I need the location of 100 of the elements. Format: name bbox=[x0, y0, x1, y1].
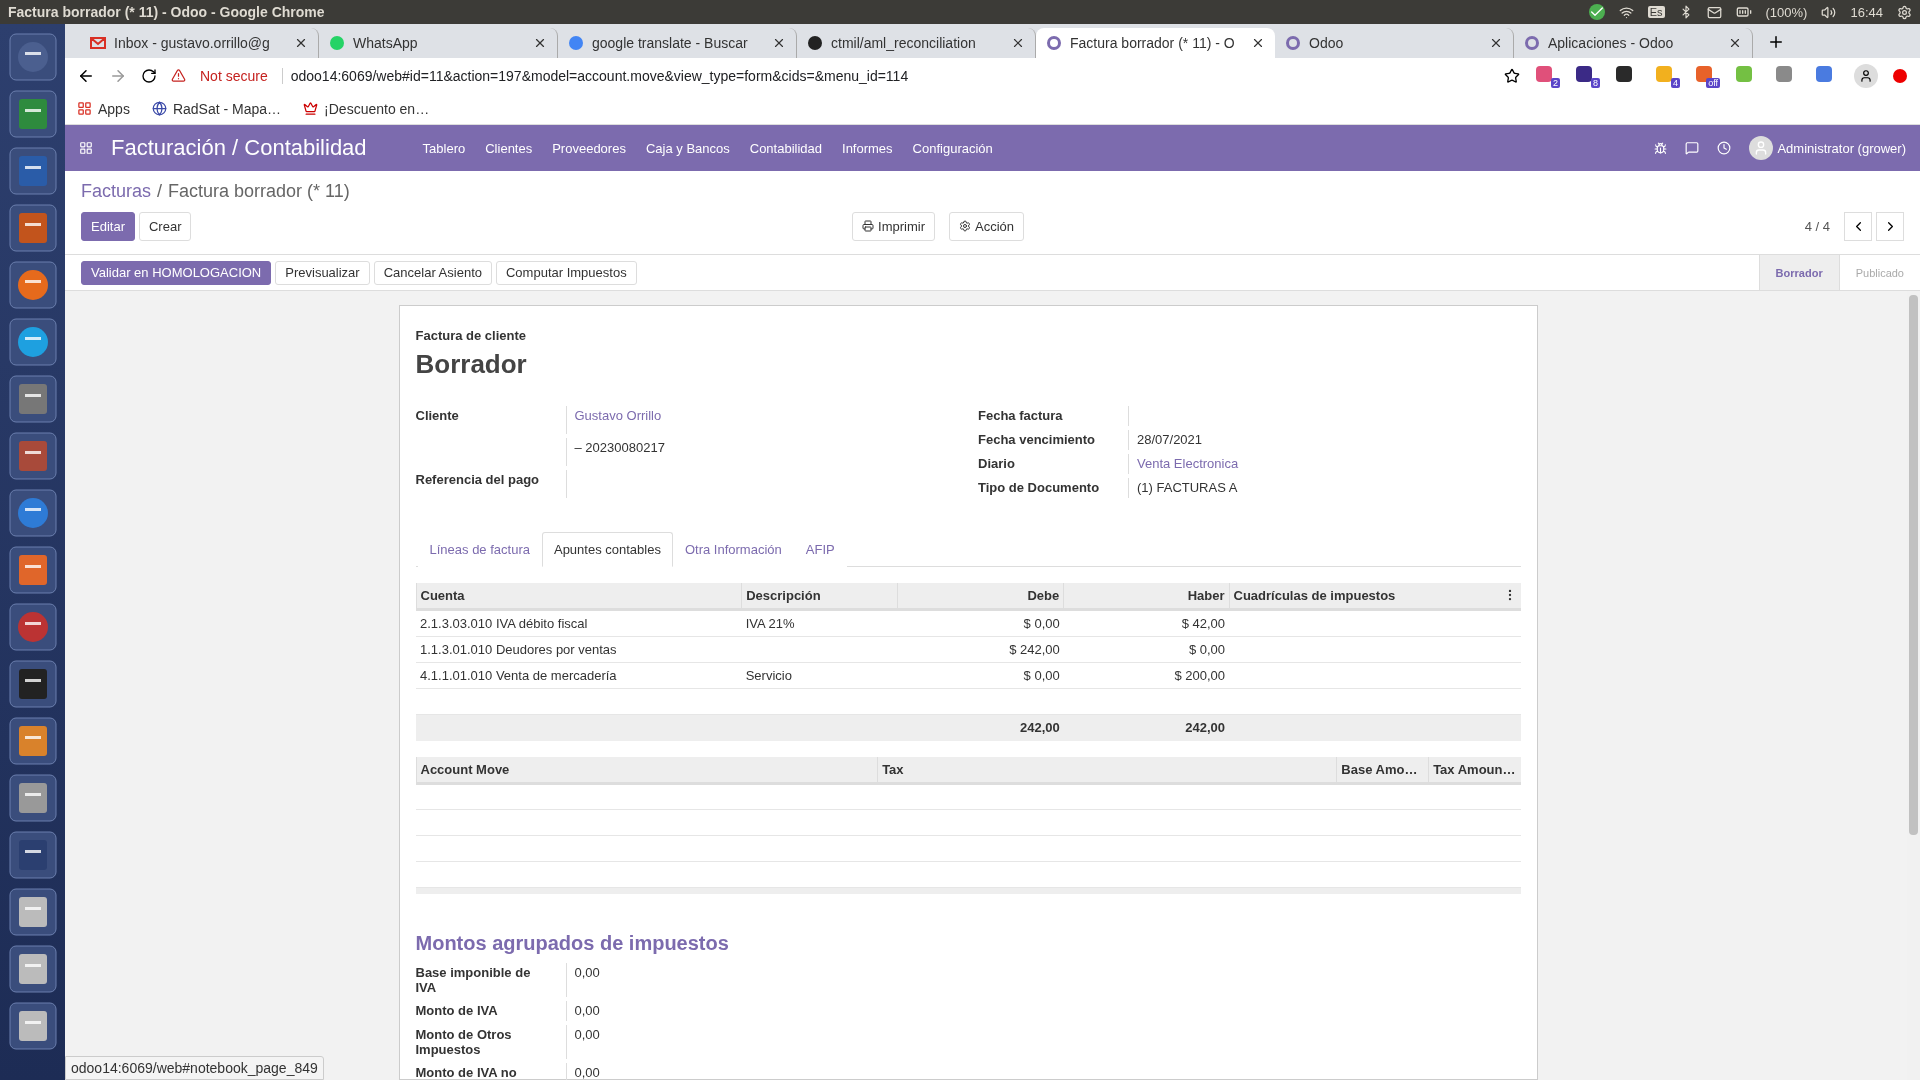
extension-badge: 8 bbox=[1591, 77, 1600, 88]
button[interactable]: Cancelar Asiento bbox=[373, 260, 492, 285]
form-subtitle: Factura de cliente bbox=[415, 328, 528, 343]
field-label: Fecha factura bbox=[978, 407, 1064, 425]
status-tooltip: odoo14:6069/web#notebook_page_849 bbox=[65, 1056, 324, 1080]
print-icon bbox=[862, 220, 875, 232]
clock-time: 16:44 bbox=[1850, 4, 1883, 20]
field-link[interactable]: Venta Electronica bbox=[1128, 454, 1521, 474]
menu-item[interactable]: Caja y Bancos bbox=[635, 140, 740, 156]
circle-icon bbox=[807, 35, 823, 51]
settings-icon bbox=[959, 220, 972, 232]
table-cell: IVA 21% bbox=[741, 609, 898, 637]
ring-icon bbox=[1524, 35, 1540, 51]
volume-icon bbox=[1821, 4, 1837, 20]
stop-icon bbox=[1892, 67, 1908, 84]
column-header: Debe bbox=[897, 583, 1064, 610]
table-cell: Servicio bbox=[741, 662, 898, 689]
ring-icon bbox=[1285, 35, 1301, 51]
bookmark[interactable]: ¡Descuento en… bbox=[303, 100, 430, 117]
field-value: 0,00 bbox=[565, 1025, 816, 1059]
menu-item[interactable]: Tablero bbox=[412, 140, 476, 156]
table-cell: $ 200,00 bbox=[1063, 662, 1230, 689]
mail-icon bbox=[90, 35, 106, 51]
field-label: Base imponible de IVA bbox=[415, 964, 532, 997]
url-text[interactable]: odoo14:6069/web#id=11&action=197&model=account.move&view_type=form&cids=&menu_id=114 bbox=[281, 67, 1490, 84]
extension-badge: 2 bbox=[1551, 77, 1560, 88]
column-header: Descripción bbox=[741, 583, 898, 610]
menu-item[interactable]: Contabilidad bbox=[739, 140, 833, 156]
total-cell: 242,00 bbox=[897, 714, 1064, 741]
menu-item[interactable]: Clientes bbox=[475, 140, 543, 156]
breadcrumb-link[interactable]: Facturas bbox=[81, 181, 152, 202]
menu-item[interactable]: Proveedores bbox=[542, 140, 636, 156]
close-icon[interactable] bbox=[533, 36, 547, 50]
field-value: (1) FACTURAS A bbox=[1128, 478, 1521, 498]
table-cell: $ 42,00 bbox=[1063, 609, 1230, 637]
warning-icon bbox=[171, 68, 186, 83]
field-label: Tipo de Documento bbox=[978, 479, 1101, 497]
column-title: Cuadrículas de impuestos bbox=[1233, 588, 1396, 603]
table-cell: 2.1.3.03.010 IVA débito fiscal bbox=[416, 609, 742, 637]
bug-icon[interactable] bbox=[1654, 141, 1668, 155]
field-label: Monto de IVA bbox=[415, 1002, 499, 1020]
bookmark[interactable]: Apps bbox=[77, 100, 130, 117]
action-button[interactable]: Imprimir bbox=[852, 211, 936, 241]
section-title: Montos agrupados de impuestos bbox=[415, 932, 730, 955]
close-icon[interactable] bbox=[294, 36, 308, 50]
button[interactable]: Computar Impuestos bbox=[495, 260, 637, 285]
close-icon[interactable] bbox=[772, 36, 786, 50]
primary-button[interactable]: Validar en HOMOLOGACION bbox=[81, 260, 272, 285]
ring-icon bbox=[1046, 35, 1062, 51]
table-cell: $ 0,00 bbox=[897, 662, 1064, 689]
battery-icon bbox=[1735, 4, 1752, 20]
clock-icon[interactable] bbox=[1717, 141, 1732, 155]
extension-badge: off bbox=[1706, 77, 1720, 88]
field-label: Fecha vencimiento bbox=[978, 431, 1097, 449]
primary-button[interactable]: Editar bbox=[81, 211, 135, 241]
check-icon bbox=[1588, 4, 1605, 20]
field-value: 0,00 bbox=[565, 963, 816, 997]
table-cell: $ 0,00 bbox=[897, 609, 1064, 637]
button[interactable]: Crear bbox=[138, 211, 192, 241]
close-icon[interactable] bbox=[1728, 36, 1742, 50]
column-header: Tax Amoun… bbox=[1428, 756, 1521, 783]
user-menu[interactable]: Administrator (grower) bbox=[1777, 140, 1906, 156]
notebook-tab[interactable]: Apuntes contables bbox=[541, 532, 673, 567]
close-icon[interactable] bbox=[1011, 36, 1025, 50]
menu-item[interactable]: Configuración bbox=[902, 140, 1003, 156]
table-cell: 1.1.3.01.010 Deudores por ventas bbox=[416, 636, 742, 663]
previous-button[interactable] bbox=[1844, 211, 1872, 241]
breadcrumb-current: Factura borrador (* 11) bbox=[168, 181, 350, 202]
form-title: Borrador bbox=[415, 349, 528, 380]
action-button[interactable]: Acción bbox=[949, 211, 1025, 241]
table-cell: $ 242,00 bbox=[897, 636, 1064, 663]
status-step[interactable]: Borrador bbox=[1758, 255, 1839, 290]
reload-icon[interactable] bbox=[141, 67, 157, 84]
close-icon[interactable] bbox=[1489, 36, 1503, 50]
browser-tab[interactable]: Factura borrador (* 11) - O bbox=[1036, 28, 1275, 58]
button[interactable]: Previsualizar bbox=[275, 260, 370, 285]
app-title: Facturación / Contabilidad bbox=[111, 135, 367, 161]
apps-menu-icon[interactable] bbox=[79, 141, 93, 155]
field-link[interactable]: Gustavo Orrillo bbox=[565, 406, 958, 434]
column-header: Haber bbox=[1063, 583, 1230, 610]
close-icon[interactable] bbox=[1251, 36, 1265, 50]
bookmark[interactable]: RadSat - Mapa… bbox=[151, 100, 282, 117]
new-tab-icon[interactable] bbox=[1767, 33, 1785, 51]
keyboard-indicator: Es bbox=[1647, 6, 1665, 18]
battery-percent: (100%) bbox=[1765, 4, 1808, 20]
field-value: 0,00 bbox=[565, 1063, 816, 1080]
settings-icon[interactable] bbox=[1897, 4, 1912, 20]
menu-item[interactable]: Informes bbox=[832, 140, 903, 156]
field-label: Cliente bbox=[415, 407, 460, 425]
avatar-icon[interactable] bbox=[1749, 136, 1774, 160]
window-title: Factura borrador (* 11) - Odoo - Google Chrome bbox=[8, 4, 326, 20]
bookmark-star-icon[interactable] bbox=[1504, 67, 1520, 84]
field-value: 0,00 bbox=[565, 1001, 816, 1021]
field-value: – 20230080217 bbox=[565, 438, 958, 466]
profile-icon[interactable] bbox=[1854, 63, 1878, 88]
wifi-icon bbox=[1618, 4, 1634, 20]
field-label: Referencia del pago bbox=[415, 471, 541, 489]
column-header: Tax bbox=[877, 756, 1337, 783]
column-header: Account Move bbox=[416, 756, 878, 783]
breadcrumb-separator: / bbox=[157, 181, 163, 202]
